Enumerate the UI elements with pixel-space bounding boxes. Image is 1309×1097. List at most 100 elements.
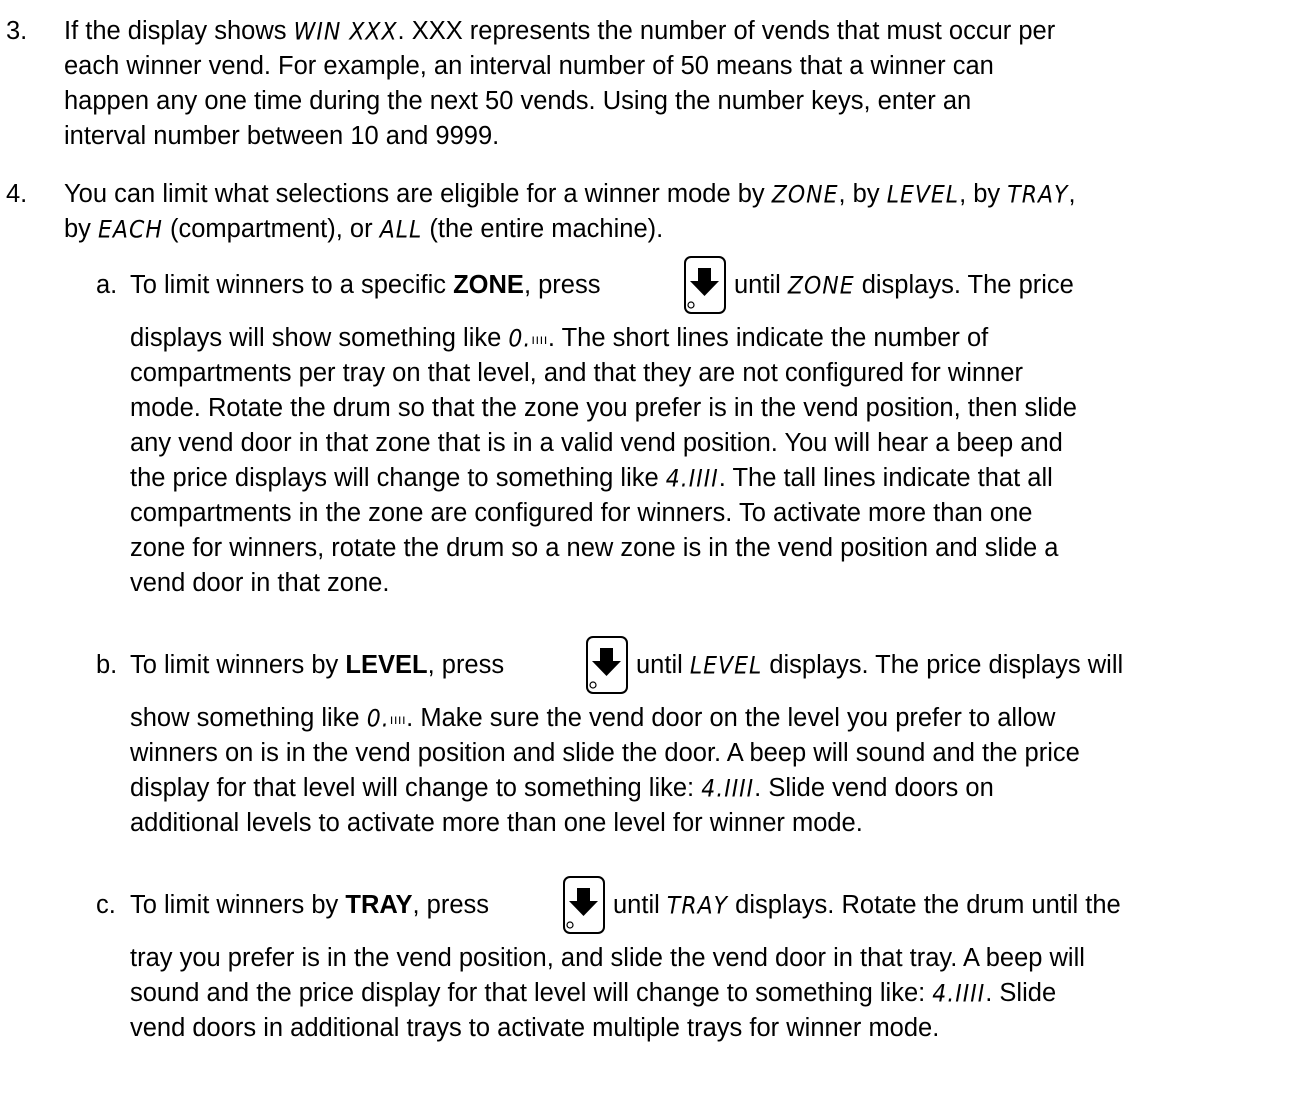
text-line: zone for winners, rotate the drum so a n… [130, 531, 1077, 566]
display-ticks: ıııı [389, 713, 407, 728]
display-readout: ALL [379, 217, 423, 244]
text-run: show something like [130, 704, 367, 732]
text-run: interval number between 10 and 9999. [64, 122, 500, 150]
down-arrow-key-icon [586, 636, 628, 694]
text-line: compartments per tray on that level, and… [130, 356, 1077, 391]
emphasis-term: TRAY [345, 891, 413, 919]
text-line: each winner vend. For example, an interv… [64, 49, 1055, 84]
subitem-first-line: b. To limit winners by LEVEL, press until… [96, 636, 1123, 694]
text-run: display for that level will change to so… [130, 774, 702, 802]
display-readout: LEVEL [886, 182, 960, 209]
subitem-b: b. To limit winners by LEVEL, press until… [96, 636, 1123, 841]
text-line: additional levels to activate more than … [130, 806, 1080, 841]
text-run: until [636, 651, 690, 679]
text-line: displays will show something like 0.ıııı… [130, 321, 1077, 356]
text-line: vend door in that zone. [130, 566, 1077, 601]
text-run: compartments in the zone are configured … [130, 499, 1033, 527]
text-run: by [64, 215, 99, 243]
subitem-tail: until TRAY displays. Rotate the drum unt… [613, 888, 1121, 924]
subitem-first-line: a. To limit winners to a specific ZONE, p… [96, 256, 1077, 314]
down-arrow-key-icon [684, 256, 726, 314]
text-run: tray you prefer is in the vend position,… [130, 944, 1085, 972]
text-run: zone for winners, rotate the drum so a n… [130, 534, 1059, 562]
text-run: any vend door in that zone that is in a … [130, 429, 1063, 457]
text-line: happen any one time during the next 50 v… [64, 84, 1055, 119]
subitem-body: show something like 0.ıııı. Make sure th… [96, 701, 1080, 841]
text-run: displays. The price [854, 271, 1074, 299]
text-line: winners on is in the vend position and s… [130, 736, 1080, 771]
display-readout: TRAY [666, 893, 729, 920]
text-run: until [613, 891, 667, 919]
text-run: sound and the price display for that lev… [130, 979, 933, 1007]
subitem-lead: To limit winners by TRAY, press [130, 888, 489, 923]
text-run: . Make sure the vend door on the level y… [406, 704, 1056, 732]
text-run: until [734, 271, 788, 299]
display-readout: 4.IIII [932, 981, 986, 1008]
emphasis-term: LEVEL [345, 651, 428, 679]
item-4-number: 4. [6, 180, 28, 208]
display-readout: LEVEL [689, 653, 763, 680]
text-run: compartments per tray on that level, and… [130, 359, 1023, 387]
text-line: You can limit what selections are eligib… [64, 177, 1076, 212]
text-run: To limit winners to a specific [130, 271, 454, 299]
text-line: any vend door in that zone that is in a … [130, 426, 1077, 461]
text-run: . The tall lines indicate that all [718, 464, 1053, 492]
subitem-lead: To limit winners to a specific ZONE, pre… [130, 268, 600, 303]
subitem-letter: a. [96, 271, 118, 299]
text-run: To limit winners by [130, 891, 346, 919]
text-run: , press [427, 651, 505, 679]
text-run: additional levels to activate more than … [130, 809, 863, 837]
text-run: vend door in that zone. [130, 569, 390, 597]
text-line: tray you prefer is in the vend position,… [130, 941, 1085, 976]
text-run: , [1068, 180, 1076, 208]
item-3-text: If the display shows WIN XXX. XXX repres… [64, 14, 1055, 154]
item-4-text: You can limit what selections are eligib… [64, 177, 1076, 247]
display-readout: 4.IIII [701, 776, 755, 803]
subitem-letter: c. [96, 891, 116, 919]
text-line: If the display shows WIN XXX. XXX repres… [64, 14, 1055, 49]
display-readout: ZONE [771, 182, 839, 209]
display-readout: 4.IIII [665, 466, 719, 493]
text-run: displays will show something like [130, 324, 509, 352]
text-line: interval number between 10 and 9999. [64, 119, 1055, 154]
text-run: To limit winners by [130, 651, 346, 679]
subitem-tail: until LEVEL displays. The price displays… [636, 648, 1123, 684]
text-line: mode. Rotate the drum so that the zone y… [130, 391, 1077, 426]
text-run: the price displays will change to someth… [130, 464, 666, 492]
text-run: displays. Rotate the drum until the [728, 891, 1121, 919]
text-run: . Slide [985, 979, 1057, 1007]
item-3-number: 3. [6, 17, 28, 45]
display-readout: ZONE [787, 273, 855, 300]
subitem-body: tray you prefer is in the vend position,… [96, 941, 1085, 1046]
text-line: compartments in the zone are configured … [130, 496, 1077, 531]
text-run: mode. Rotate the drum so that the zone y… [130, 394, 1077, 422]
emphasis-term: ZONE [453, 271, 524, 299]
text-run: , press [412, 891, 490, 919]
text-line: vend doors in additional trays to activa… [130, 1011, 1085, 1046]
text-line: by EACH (compartment), or ALL (the entir… [64, 212, 1076, 247]
text-run: . Slide vend doors on [754, 774, 994, 802]
subitem-c: c. To limit winners by TRAY, press until … [96, 876, 1121, 1046]
subitem-lead: To limit winners by LEVEL, press [130, 648, 504, 683]
subitem-first-line: c. To limit winners by TRAY, press until … [96, 876, 1121, 934]
display-readout: 0. [508, 326, 532, 353]
text-line: sound and the price display for that lev… [130, 976, 1085, 1011]
text-run: . XXX represents the number of vends tha… [397, 17, 1056, 45]
text-run: displays. The price displays will [762, 651, 1124, 679]
display-readout: EACH [98, 217, 163, 244]
text-run: each winner vend. For example, an interv… [64, 52, 994, 80]
display-readout: WIN XXX [293, 18, 398, 46]
text-run: winners on is in the vend position and s… [130, 739, 1080, 767]
text-run: happen any one time during the next 50 v… [64, 87, 972, 115]
text-run: . The short lines indicate the number of [547, 324, 989, 352]
text-run: (compartment), or [162, 215, 380, 243]
text-run: You can limit what selections are eligib… [64, 180, 772, 208]
display-readout: TRAY [1007, 182, 1069, 209]
text-line: show something like 0.ıııı. Make sure th… [130, 701, 1080, 736]
subitem-a: a. To limit winners to a specific ZONE, p… [96, 256, 1077, 601]
subitem-body: displays will show something like 0.ıııı… [96, 321, 1077, 601]
display-ticks: ıııı [531, 333, 548, 348]
subitem-letter: b. [96, 651, 118, 679]
text-line: the price displays will change to someth… [130, 461, 1077, 496]
text-run: , press [523, 271, 601, 299]
